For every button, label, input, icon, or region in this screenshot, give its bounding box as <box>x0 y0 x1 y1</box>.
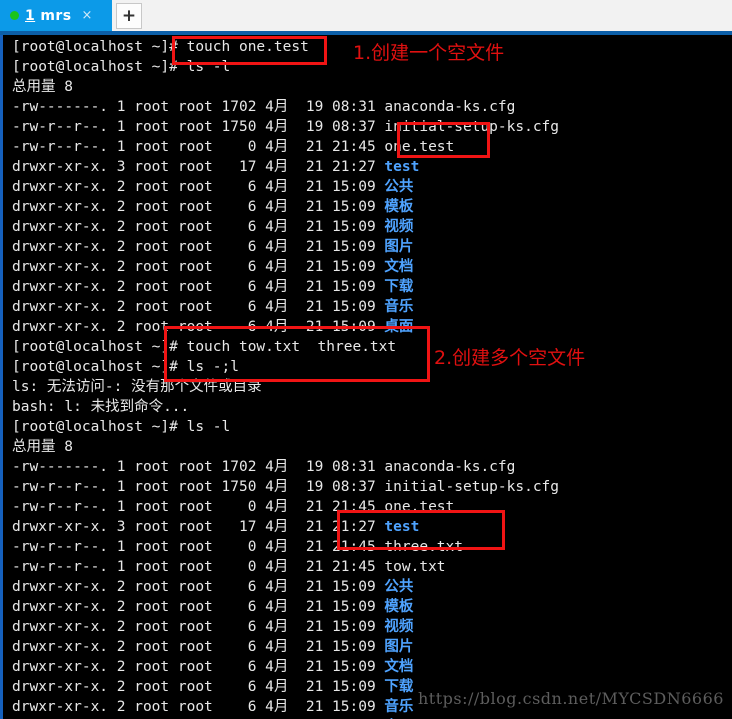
terminal-line-meta: drwxr-xr-x. 2 root root 6 4月 21 15:09 <box>12 319 385 335</box>
terminal-line-meta: drwxr-xr-x. 2 root root 6 4月 21 15:09 <box>12 659 385 675</box>
terminal-line-text: [root@localhost ~]# ls -l <box>12 419 231 435</box>
terminal-line-text: bash: l: 未找到命令... <box>12 399 190 415</box>
terminal-line-meta: drwxr-xr-x. 2 root root 6 4月 21 15:09 <box>12 179 385 195</box>
directory-name: 公共 <box>384 579 414 595</box>
terminal-line: drwxr-xr-x. 2 root root 6 4月 21 15:09 视频 <box>12 217 732 237</box>
terminal-line-text: ls: 无法访问-: 没有那个文件或目录 <box>12 379 262 395</box>
directory-name: 视频 <box>384 219 414 235</box>
tab-title: mrs <box>35 7 72 24</box>
terminal-line-meta: drwxr-xr-x. 2 root root 6 4月 21 15:09 <box>12 579 385 595</box>
terminal-line-meta: drwxr-xr-x. 2 root root 6 4月 21 15:09 <box>12 239 385 255</box>
directory-name: 音乐 <box>384 299 414 315</box>
terminal-line: drwxr-xr-x. 2 root root 6 4月 21 15:09 文档 <box>12 657 732 677</box>
terminal-line-meta: drwxr-xr-x. 2 root root 6 4月 21 15:09 <box>12 619 385 635</box>
terminal-screen: [root@localhost ~]# touch one.test [root@… <box>12 37 732 719</box>
terminal-line-meta: drwxr-xr-x. 2 root root 6 4月 21 15:09 <box>12 199 385 215</box>
terminal-line-text: -rw-r--r--. 1 root root 0 4月 21 21:45 on… <box>12 139 455 155</box>
directory-name: 文档 <box>384 659 414 675</box>
directory-name: 图片 <box>384 639 414 655</box>
tab-number: 1 <box>25 7 36 24</box>
terminal-line: -rw-r--r--. 1 root root 1750 4月 19 08:37… <box>12 117 732 137</box>
directory-name: 桌面 <box>384 319 414 335</box>
terminal-line-meta: drwxr-xr-x. 3 root root 17 4月 21 21:27 <box>12 519 385 535</box>
annotation-note-2: 2.创建多个空文件 <box>434 347 586 369</box>
close-icon[interactable]: × <box>81 9 92 22</box>
terminal-line-text: -rw-r--r--. 1 root root 0 4月 21 21:45 th… <box>12 539 463 555</box>
terminal-line-meta: drwxr-xr-x. 2 root root 6 4月 21 15:09 <box>12 279 385 295</box>
tab-mrs[interactable]: 1 mrs × <box>0 0 112 31</box>
tab-label: 1 mrs <box>25 8 71 24</box>
terminal-line-text: -rw-------. 1 root root 1702 4月 19 08:31… <box>12 459 516 475</box>
terminal-line-text: -rw-r--r--. 1 root root 0 4月 21 21:45 on… <box>12 499 455 515</box>
terminal-line-meta: drwxr-xr-x. 2 root root 6 4月 21 15:09 <box>12 219 385 235</box>
watermark: https://blog.csdn.net/MYCSDN6666 <box>418 689 724 708</box>
terminal-line: drwxr-xr-x. 2 root root 6 4月 21 15:09 模板 <box>12 597 732 617</box>
terminal-line-text: -rw-------. 1 root root 1702 4月 19 08:31… <box>12 99 516 115</box>
terminal-line: drwxr-xr-x. 2 root root 6 4月 21 15:09 公共 <box>12 177 732 197</box>
terminal-line: -rw-r--r--. 1 root root 1750 4月 19 08:37… <box>12 477 732 497</box>
directory-name: test <box>384 159 420 175</box>
terminal-line-meta: drwxr-xr-x. 2 root root 6 4月 21 15:09 <box>12 679 385 695</box>
directory-name: 模板 <box>384 599 414 615</box>
terminal-line: drwxr-xr-x. 2 root root 6 4月 21 15:09 公共 <box>12 577 732 597</box>
annotation-note-1: 1.创建一个空文件 <box>353 42 505 64</box>
terminal-line: drwxr-xr-x. 2 root root 6 4月 21 15:09 模板 <box>12 197 732 217</box>
terminal-line: drwxr-xr-x. 2 root root 6 4月 21 15:09 下载 <box>12 277 732 297</box>
terminal-line: drwxr-xr-x. 2 root root 6 4月 21 15:09 图片 <box>12 237 732 257</box>
terminal-line-meta: drwxr-xr-x. 3 root root 17 4月 21 21:27 <box>12 159 385 175</box>
terminal-line: drwxr-xr-x. 2 root root 6 4月 21 15:09 图片 <box>12 637 732 657</box>
directory-name: 模板 <box>384 199 414 215</box>
terminal-line: [root@localhost ~]# ls -l <box>12 417 732 437</box>
terminal-line-text: 总用量 8 <box>12 439 73 455</box>
terminal-line: -rw-------. 1 root root 1702 4月 19 08:31… <box>12 97 732 117</box>
terminal-line-text: -rw-r--r--. 1 root root 0 4月 21 21:45 to… <box>12 559 446 575</box>
terminal-line: drwxr-xr-x. 2 root root 6 4月 21 15:09 桌面 <box>12 317 732 337</box>
terminal-line-text: 总用量 8 <box>12 79 73 95</box>
terminal-line: drwxr-xr-x. 2 root root 6 4月 21 15:09 文档 <box>12 257 732 277</box>
tab-bar: 1 mrs × + <box>0 0 732 31</box>
tab-status-dot-icon <box>10 11 19 20</box>
directory-name: 音乐 <box>384 699 414 715</box>
terminal-line: ls: 无法访问-: 没有那个文件或目录 <box>12 377 732 397</box>
terminal-line: drwxr-xr-x. 3 root root 17 4月 21 21:27 t… <box>12 157 732 177</box>
directory-name: 文档 <box>384 259 414 275</box>
terminal-line: -rw-r--r--. 1 root root 0 4月 21 21:45 to… <box>12 557 732 577</box>
terminal-line: -rw-r--r--. 1 root root 0 4月 21 21:45 th… <box>12 537 732 557</box>
terminal-line: -rw-------. 1 root root 1702 4月 19 08:31… <box>12 457 732 477</box>
terminal-line-meta: drwxr-xr-x. 2 root root 6 4月 21 15:09 <box>12 699 385 715</box>
new-tab-button[interactable]: + <box>116 3 142 29</box>
directory-name: 视频 <box>384 619 414 635</box>
directory-name: 公共 <box>384 179 414 195</box>
terminal-line: drwxr-xr-x. 3 root root 17 4月 21 21:27 t… <box>12 517 732 537</box>
terminal-line: [root@localhost ~]# touch tow.txt three.… <box>12 337 732 357</box>
terminal-line-text: [root@localhost ~]# ls -;l <box>12 359 239 375</box>
directory-name: 下载 <box>384 679 414 695</box>
directory-name: 下载 <box>384 279 414 295</box>
terminal-line: 总用量 8 <box>12 437 732 457</box>
terminal-line: drwxr-xr-x. 2 root root 6 4月 21 15:09 视频 <box>12 617 732 637</box>
terminal-line: bash: l: 未找到命令... <box>12 397 732 417</box>
directory-name: 图片 <box>384 239 414 255</box>
terminal-window: 1 mrs × + [root@localhost ~]# touch one.… <box>0 0 732 719</box>
terminal-line-text: -rw-r--r--. 1 root root 1750 4月 19 08:37… <box>12 479 560 495</box>
terminal-line-meta: drwxr-xr-x. 2 root root 6 4月 21 15:09 <box>12 599 385 615</box>
terminal-line: -rw-r--r--. 1 root root 0 4月 21 21:45 on… <box>12 497 732 517</box>
terminal-line: 总用量 8 <box>12 77 732 97</box>
terminal-line-text: [root@localhost ~]# touch one.test <box>12 39 309 55</box>
terminal-line: [root@localhost ~]# ls -;l <box>12 357 732 377</box>
terminal-body[interactable]: [root@localhost ~]# touch one.test [root@… <box>0 35 732 719</box>
terminal-line-meta: drwxr-xr-x. 2 root root 6 4月 21 15:09 <box>12 639 385 655</box>
terminal-line: drwxr-xr-x. 2 root root 6 4月 21 15:09 音乐 <box>12 297 732 317</box>
terminal-line-text: [root@localhost ~]# touch tow.txt three.… <box>12 339 397 355</box>
terminal-line-meta: drwxr-xr-x. 2 root root 6 4月 21 15:09 <box>12 299 385 315</box>
terminal-line-text: [root@localhost ~]# ls -l <box>12 59 231 75</box>
terminal-line: -rw-r--r--. 1 root root 0 4月 21 21:45 on… <box>12 137 732 157</box>
terminal-line-text: -rw-r--r--. 1 root root 1750 4月 19 08:37… <box>12 119 560 135</box>
terminal-line-meta: drwxr-xr-x. 2 root root 6 4月 21 15:09 <box>12 259 385 275</box>
directory-name: test <box>384 519 420 535</box>
